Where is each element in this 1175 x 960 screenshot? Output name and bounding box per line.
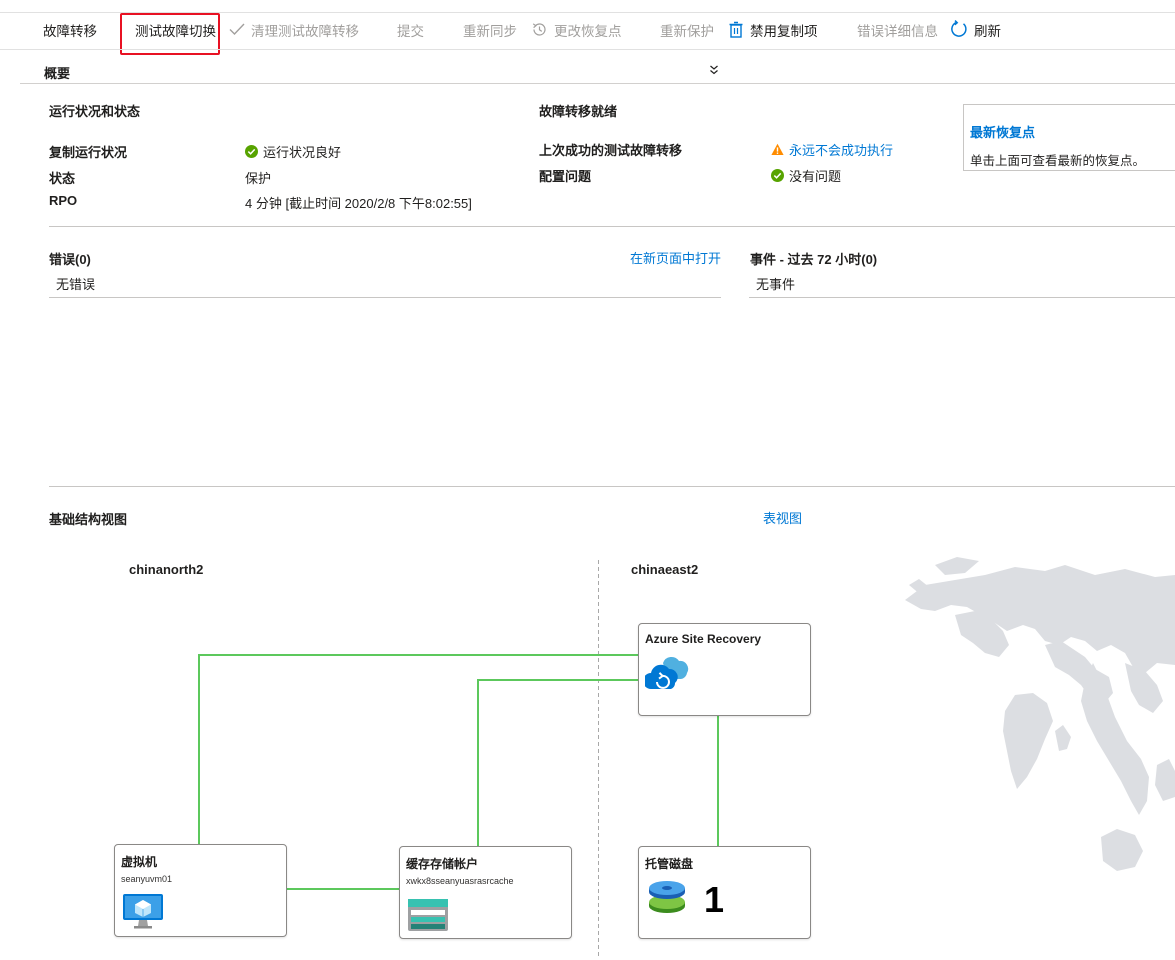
refresh-icon (950, 20, 968, 44)
toolbar-divider (0, 49, 1175, 50)
errors-divider (49, 297, 721, 298)
managed-disk-card[interactable]: 托管磁盘 1 (638, 846, 811, 939)
asr-card[interactable]: Azure Site Recovery (638, 623, 811, 716)
last-test-failover-value[interactable]: 永远不会成功执行 (771, 140, 893, 159)
config-issues-label: 配置问题 (539, 169, 592, 184)
infra-heading: 基础结构视图 (49, 512, 128, 527)
overview-divider (20, 83, 1175, 84)
managed-disk-icon (648, 881, 686, 918)
replication-health-text: 运行状况良好 (263, 145, 342, 160)
asr-card-title: Azure Site Recovery (645, 632, 762, 646)
storage-account-icon (408, 899, 448, 934)
error-details-label: 错误详细信息 (857, 24, 938, 39)
test-failover-label: 测试故障切换 (135, 24, 216, 39)
ok-check-icon (245, 145, 258, 158)
no-errors-text: 无错误 (56, 277, 96, 292)
change-recovery-point-label: 更改恢复点 (554, 24, 622, 39)
status-label: 状态 (49, 171, 76, 186)
virtual-machine-icon (122, 892, 164, 933)
reprotect-label: 重新保护 (660, 24, 714, 39)
rpo-value: 4 分钟 [截止时间 2020/2/8 下午8:02:55] (245, 196, 472, 211)
events-heading: 事件 - 过去 72 小时(0) (750, 252, 878, 267)
managed-disk-count: 1 (704, 879, 725, 920)
reprotect-button[interactable]: 重新保护 (660, 22, 714, 42)
ok-check-icon (771, 169, 784, 182)
failover-label: 故障转移 (43, 24, 97, 39)
vm-card[interactable]: 虚拟机 seanyuvm01 (114, 844, 287, 937)
no-events-text: 无事件 (756, 277, 796, 292)
config-issues-value: 没有问题 (771, 166, 841, 185)
errors-heading: 错误(0) (49, 252, 91, 267)
warning-icon (771, 143, 784, 156)
test-failover-button[interactable]: 测试故障切换 (135, 22, 216, 42)
target-region-label: chinaeast2 (631, 562, 699, 577)
rpo-label: RPO (49, 193, 78, 208)
cache-to-asr-connector (477, 679, 638, 846)
cache-storage-card-title: 缓存存储帐户 (406, 857, 479, 871)
last-test-failover-text: 永远不会成功执行 (789, 143, 894, 158)
collapse-chevron-icon[interactable] (709, 64, 719, 78)
resync-label: 重新同步 (463, 24, 517, 39)
vm-card-subtitle: seanyuvm01 (121, 874, 173, 884)
cache-storage-card[interactable]: 缓存存储帐户 xwkx8sseanyuasrasrcache (399, 846, 572, 939)
section-divider (49, 486, 1175, 487)
latest-recovery-point-panel[interactable]: 最新恢复点 单击上面可查看最新的恢复点。 (963, 104, 1175, 171)
commit-button[interactable]: 提交 (397, 22, 424, 42)
error-details-button[interactable]: 错误详细信息 (857, 22, 938, 42)
events-divider (749, 297, 1175, 298)
config-issues-text: 没有问题 (789, 169, 842, 184)
checkmark-icon (229, 22, 245, 42)
refresh-button[interactable]: 刷新 (950, 20, 1001, 44)
last-test-failover-label: 上次成功的测试故障转移 (539, 143, 683, 158)
replication-health-value: 运行状况良好 (245, 142, 341, 161)
change-recovery-point-button[interactable]: 更改恢复点 (531, 22, 622, 42)
disable-replication-button[interactable]: 禁用复制项 (728, 21, 818, 44)
overview-title: 概要 (44, 66, 71, 81)
table-view-link[interactable]: 表视图 (763, 508, 802, 527)
failover-button[interactable]: 故障转移 (43, 22, 97, 42)
resync-button[interactable]: 重新同步 (463, 22, 517, 42)
status-value: 保护 (245, 171, 272, 186)
history-icon (531, 21, 548, 44)
managed-disk-card-title: 托管磁盘 (645, 857, 694, 871)
world-map (905, 557, 1175, 871)
replication-health-label: 复制运行状况 (49, 145, 128, 160)
trash-icon (728, 21, 744, 44)
source-region-label: chinanorth2 (129, 562, 204, 577)
cleanup-test-failover-button[interactable]: 清理测试故障转移 (229, 22, 359, 42)
refresh-label: 刷新 (974, 24, 1001, 39)
vm-card-title: 虚拟机 (121, 855, 158, 869)
cleanup-label: 清理测试故障转移 (251, 24, 359, 39)
disable-replication-label: 禁用复制项 (750, 24, 818, 39)
latest-recovery-point-title: 最新恢复点 (970, 125, 1036, 140)
cloud-recovery-icon (643, 655, 689, 694)
latest-recovery-point-description: 单击上面可查看最新的恢复点。 (970, 154, 1146, 168)
commit-label: 提交 (397, 24, 424, 39)
failover-readiness-heading: 故障转移就绪 (539, 104, 618, 119)
section-divider (49, 226, 1175, 227)
health-heading: 运行状况和状态 (49, 104, 141, 119)
cache-storage-card-subtitle: xwkx8sseanyuasrasrcache (406, 876, 514, 886)
vm-to-asr-connector (198, 654, 638, 844)
open-in-new-page-link[interactable]: 在新页面中打开 (630, 248, 721, 267)
